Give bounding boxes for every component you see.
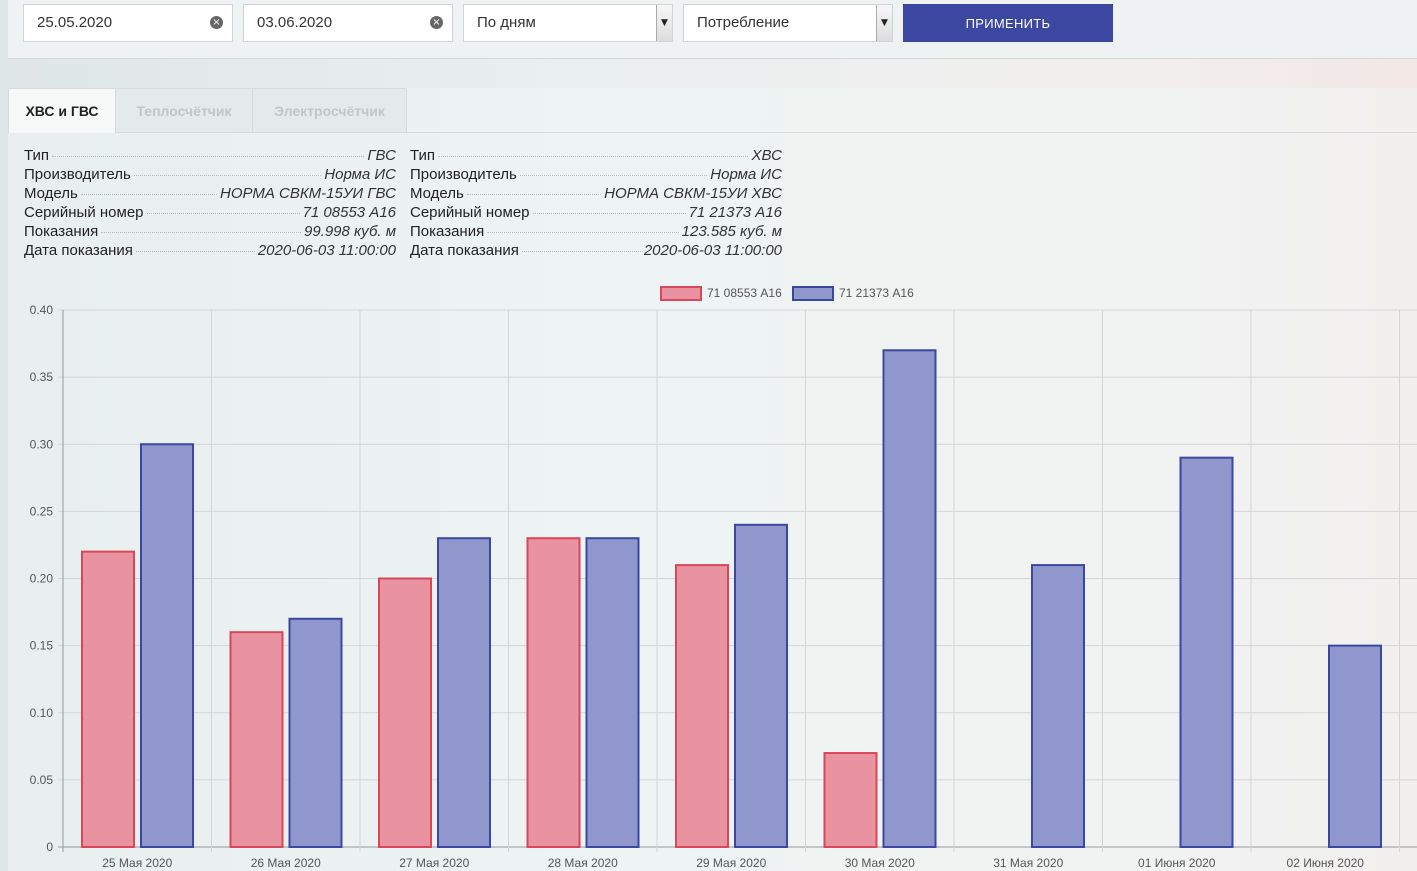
y-tick-label: 0.05 (30, 773, 54, 787)
x-tick-label: 28 Мая 2020 (548, 856, 618, 870)
bar-cold (288, 617, 343, 849)
legend-label: 71 21373 А16 (839, 286, 914, 300)
bar-hot (229, 631, 284, 849)
bar-cold (1031, 564, 1085, 848)
bar-cold (882, 349, 937, 848)
x-tick-label: 01 Июня 2020 (1138, 856, 1216, 870)
y-tick-label: 0.30 (30, 437, 54, 451)
y-tick-label: 0.20 (30, 572, 54, 586)
x-tick-label: 29 Мая 2020 (696, 856, 766, 870)
legend-label: 71 08553 А16 (707, 286, 782, 300)
y-tick-label: 0 (46, 840, 53, 854)
bar-cold (585, 537, 640, 848)
bar-hot (81, 550, 135, 849)
bar-cold (437, 537, 491, 848)
bar-cold (1179, 456, 1234, 848)
x-tick-label: 27 Мая 2020 (399, 856, 469, 870)
bar-cold (734, 523, 788, 848)
x-tick-label: 26 Мая 2020 (251, 856, 321, 870)
x-tick-label: 31 Мая 2020 (993, 856, 1063, 870)
bar-hot (378, 577, 432, 848)
y-tick-label: 0.15 (30, 639, 54, 653)
bar-hot (675, 564, 729, 848)
legend-swatch (660, 286, 702, 301)
bar-hot (526, 537, 581, 848)
x-tick-label: 25 Мая 2020 (102, 856, 172, 870)
bar-cold (1328, 644, 1382, 848)
y-tick-label: 0.40 (30, 303, 54, 317)
y-tick-label: 0.10 (30, 706, 54, 720)
x-tick-label: 30 Мая 2020 (845, 856, 915, 870)
y-tick-label: 0.35 (30, 370, 54, 384)
x-tick-label: 02 Июня 2020 (1287, 856, 1365, 870)
y-tick-label: 0.25 (30, 504, 54, 518)
consumption-bar-chart: 0.40 0.35 0.30 0.25 0.20 0.15 0.10 0.05 0 25 Мая … (30, 286, 1417, 870)
bar-hot (823, 752, 878, 849)
bar-cold (140, 443, 194, 848)
legend-swatch (792, 286, 834, 301)
